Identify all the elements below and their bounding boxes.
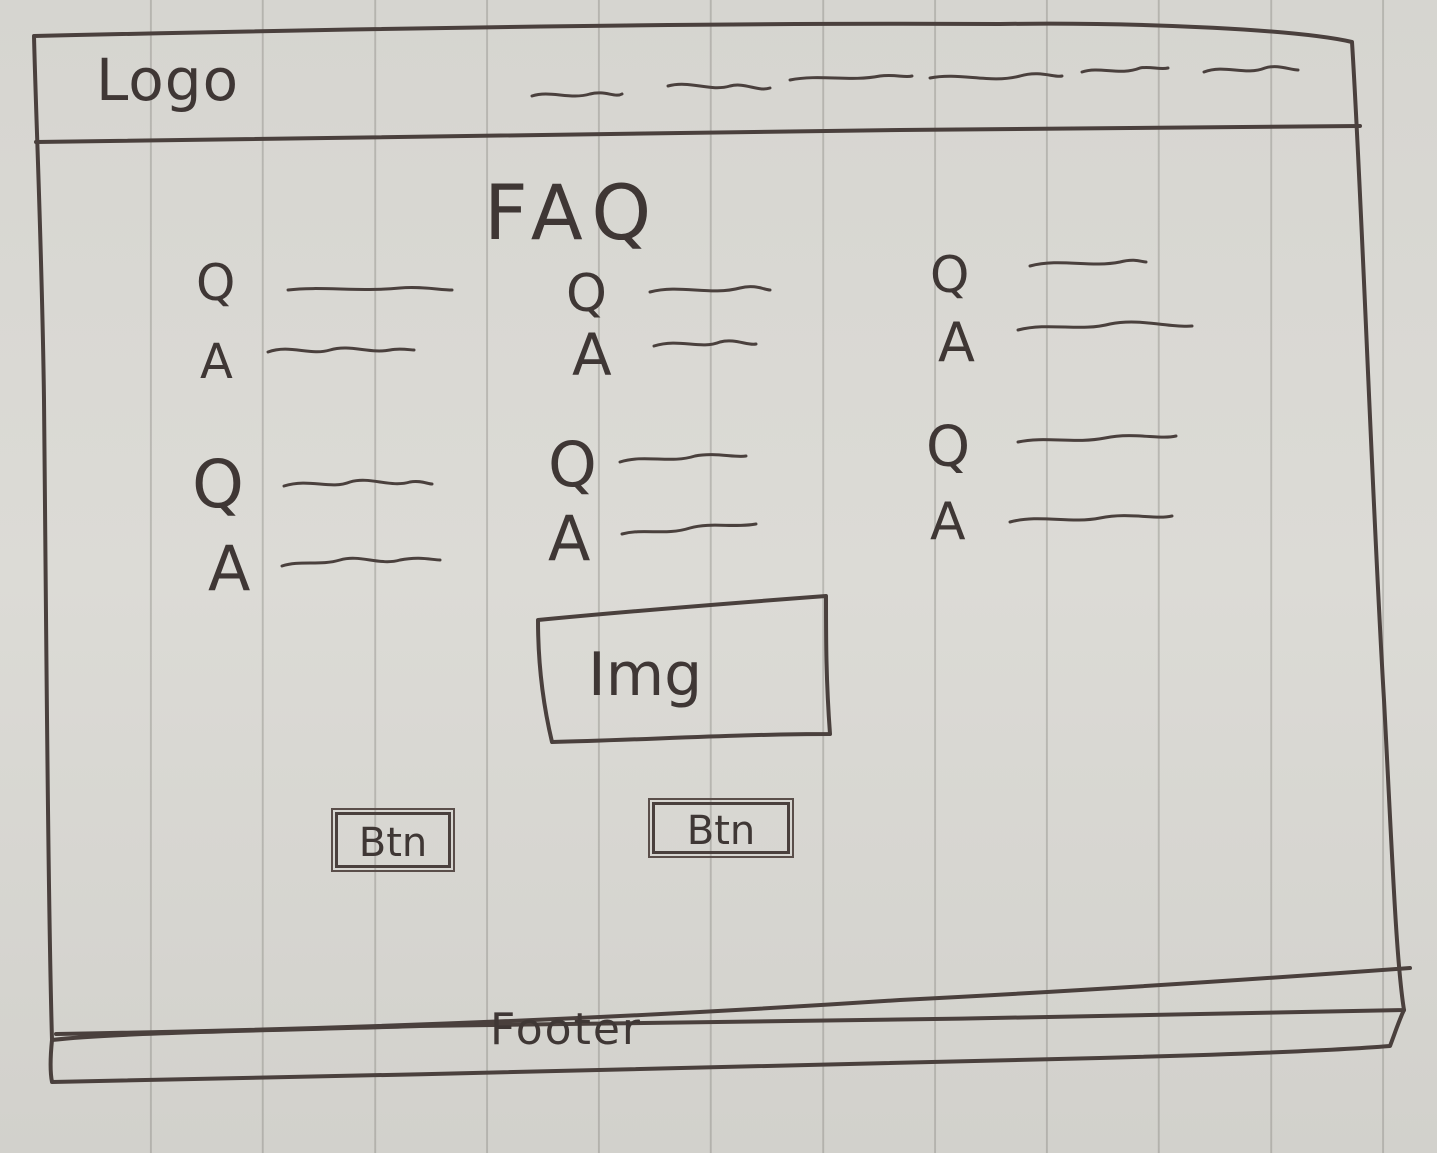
- nav-link-placeholder: [928, 72, 1064, 81]
- faq-question-text: [286, 285, 454, 292]
- footer: Footer: [490, 1004, 642, 1055]
- faq-answer-marker: A: [938, 311, 975, 374]
- secondary-button[interactable]: Btn: [648, 798, 794, 858]
- nav-link-placeholder: [666, 82, 772, 91]
- faq-answer-marker: A: [208, 532, 251, 605]
- faq-question-marker[interactable]: Q: [930, 250, 969, 300]
- faq-answer-text: [266, 346, 416, 354]
- image-placeholder: Img: [588, 640, 703, 710]
- faq-question-marker[interactable]: Q: [548, 434, 597, 496]
- faq-answer-marker: A: [930, 492, 966, 552]
- faq-answer-marker: A: [200, 334, 233, 390]
- nav-link-placeholder: [1080, 65, 1170, 74]
- faq-answer-text: [1016, 320, 1194, 332]
- faq-question-marker[interactable]: Q: [192, 452, 244, 518]
- faq-answer-text: [652, 339, 758, 348]
- faq-question-text: [1028, 258, 1148, 268]
- faq-answer-text: [280, 556, 442, 568]
- nav-link-placeholder: [788, 73, 914, 82]
- faq-question-marker[interactable]: Q: [196, 258, 235, 308]
- faq-question-text: [618, 453, 748, 464]
- nav-link-placeholder: [530, 91, 624, 98]
- faq-question-marker[interactable]: Q: [566, 268, 607, 320]
- page-title: FAQ: [484, 168, 662, 257]
- faq-question-text: [282, 478, 434, 488]
- faq-answer-text: [620, 522, 758, 536]
- logo[interactable]: Logo: [96, 46, 239, 114]
- faq-question-marker[interactable]: Q: [926, 420, 970, 476]
- faq-question-text: [648, 285, 772, 294]
- faq-answer-text: [1008, 514, 1174, 524]
- primary-button[interactable]: Btn: [331, 808, 455, 872]
- faq-question-text: [1016, 434, 1178, 444]
- nav-link-placeholder: [1202, 65, 1300, 74]
- faq-answer-marker: A: [548, 502, 591, 575]
- faq-answer-marker: A: [572, 321, 612, 389]
